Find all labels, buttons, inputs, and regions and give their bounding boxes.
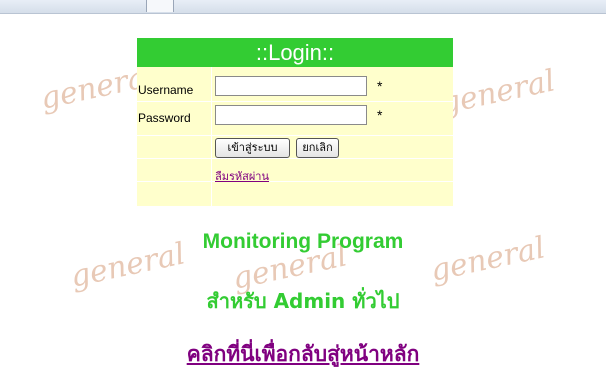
required-mark: * [377, 107, 383, 123]
program-title: Monitoring Program [202, 230, 404, 253]
row-divider [137, 135, 453, 136]
required-mark: * [377, 78, 383, 94]
browser-toolbar [0, 0, 606, 14]
forgot-password-link[interactable]: ลืมรหัสผ่าน [215, 167, 269, 185]
password-input[interactable] [215, 105, 367, 125]
watermark-text: general [437, 63, 559, 122]
login-title: ::Login:: [137, 38, 453, 67]
row-divider [137, 181, 453, 182]
login-panel: ::Login:: Username * Password * เข้าสู่ร… [137, 38, 453, 206]
row-divider [137, 101, 453, 102]
home-link[interactable]: คลิกที่นี่เพื่อกลับสู่หน้าหลัก [0, 338, 606, 371]
column-divider [211, 67, 212, 206]
cancel-button[interactable]: ยกเลิก [296, 138, 339, 158]
program-subtitle: สำหรับ Admin ทั่วไป [206, 289, 400, 313]
username-label: Username [138, 83, 194, 97]
browser-tab[interactable] [146, 0, 174, 12]
username-input[interactable] [215, 76, 367, 96]
password-label: Password [138, 111, 191, 125]
login-button[interactable]: เข้าสู่ระบบ [215, 138, 290, 158]
row-divider [137, 158, 453, 159]
